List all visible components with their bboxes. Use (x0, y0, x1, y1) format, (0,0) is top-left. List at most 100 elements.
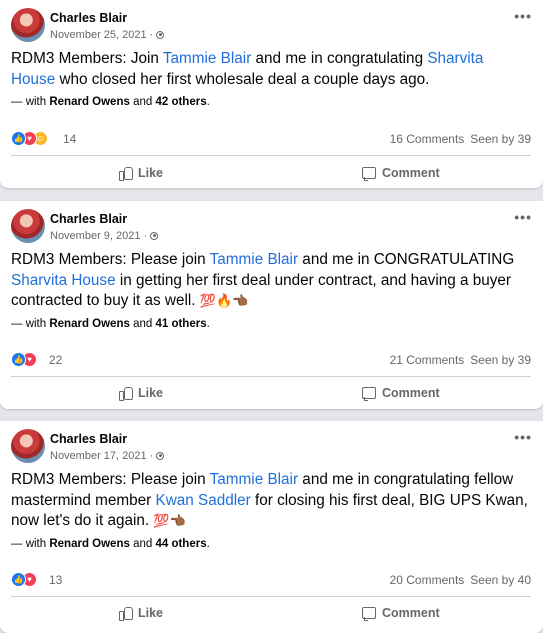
globe-icon (150, 232, 159, 240)
post-stats: 👍 ♥ 22 21 Comments Seen by 39 (11, 351, 531, 369)
engagement-stats: 16 Comments Seen by 39 (390, 132, 531, 146)
post-stats: 👍 ♥ ☺ 14 16 Comments Seen by 39 (11, 130, 531, 148)
post-date[interactable]: November 9, 2021 · (50, 230, 147, 242)
divider (11, 376, 531, 377)
globe-icon (156, 31, 165, 39)
author-name[interactable]: Charles Blair (50, 212, 127, 226)
comment-bubble-icon (362, 606, 376, 621)
with-prefix: — with (11, 538, 50, 550)
engagement-stats: 21 Comments Seen by 39 (390, 353, 531, 367)
more-options-icon[interactable]: ••• (514, 8, 532, 24)
like-reaction-icon: 👍 (11, 572, 26, 587)
like-reaction-icon: 👍 (11, 352, 26, 367)
comment-label: Comment (382, 386, 440, 400)
avatar[interactable] (11, 209, 45, 243)
comment-button[interactable]: Comment (362, 378, 440, 408)
post-text: RDM3 Members: Join Tammie Blair and me i… (11, 49, 531, 90)
divider (11, 596, 531, 597)
mention-link[interactable]: Sharvita House (11, 272, 116, 289)
reaction-count[interactable]: 14 (63, 132, 76, 146)
comment-label: Comment (382, 606, 440, 620)
seen-count[interactable]: Seen by 39 (470, 353, 531, 367)
tagged-people: — with Renard Owens and 41 others. (11, 318, 210, 330)
thumbs-up-icon (118, 166, 133, 181)
post-card: Charles Blair November 17, 2021 · ••• RD… (0, 421, 543, 633)
seen-count[interactable]: Seen by 39 (470, 132, 531, 146)
like-label: Like (138, 166, 164, 180)
post-header: Charles Blair November 25, 2021 · (11, 8, 531, 44)
with-prefix: — with (11, 318, 50, 330)
post-text-segment: RDM3 Members: Please join (11, 471, 210, 488)
post-stats: 👍 ♥ 13 20 Comments Seen by 40 (11, 571, 531, 589)
like-reaction-icon: 👍 (11, 131, 26, 146)
avatar[interactable] (11, 8, 45, 42)
comment-count[interactable]: 16 Comments (390, 132, 465, 146)
comment-button[interactable]: Comment (362, 598, 440, 628)
post-date[interactable]: November 25, 2021 · (50, 29, 153, 41)
like-label: Like (138, 606, 164, 620)
post-header: Charles Blair November 9, 2021 · (11, 209, 531, 245)
thumbs-up-icon (118, 606, 133, 621)
tagged-others[interactable]: 44 others (155, 538, 206, 550)
author-name[interactable]: Charles Blair (50, 11, 127, 25)
like-button[interactable]: Like (118, 378, 163, 408)
post-card: Charles Blair November 9, 2021 · ••• RDM… (0, 201, 543, 409)
with-and: and (129, 318, 156, 330)
with-end: . (206, 538, 210, 550)
reaction-icons[interactable]: 👍 ♥ (11, 352, 37, 367)
mention-link[interactable]: Kwan Saddler (156, 492, 251, 509)
tagged-others[interactable]: 41 others (155, 318, 206, 330)
more-options-icon[interactable]: ••• (514, 209, 532, 225)
comment-bubble-icon (362, 386, 376, 401)
tagged-people: — with Renard Owens and 44 others. (11, 538, 210, 550)
post-header: Charles Blair November 17, 2021 · (11, 429, 531, 465)
seen-count[interactable]: Seen by 40 (470, 573, 531, 587)
post-text-segment: and me in congratulating (251, 50, 428, 67)
divider (11, 155, 531, 156)
avatar[interactable] (11, 429, 45, 463)
post-date[interactable]: November 17, 2021 · (50, 450, 153, 462)
reaction-count[interactable]: 13 (49, 573, 62, 587)
mention-link[interactable]: Tammie Blair (210, 251, 298, 268)
more-options-icon[interactable]: ••• (514, 429, 532, 445)
post-meta: November 9, 2021 · (50, 230, 159, 242)
with-and: and (129, 538, 156, 550)
post-meta: November 17, 2021 · (50, 450, 165, 462)
tagged-others[interactable]: 42 others (155, 96, 206, 108)
tagged-name[interactable]: Renard Owens (49, 538, 130, 550)
reaction-icons[interactable]: 👍 ♥ ☺ (11, 131, 48, 146)
emoji: 💯🔥👈🏾 (199, 293, 249, 308)
like-button[interactable]: Like (118, 158, 163, 188)
post-actions: Like Comment (11, 158, 531, 188)
thumbs-up-icon (118, 386, 133, 401)
reaction-icons[interactable]: 👍 ♥ (11, 572, 37, 587)
comment-button[interactable]: Comment (362, 158, 440, 188)
mention-link[interactable]: Tammie Blair (210, 471, 298, 488)
post-actions: Like Comment (11, 378, 531, 408)
with-end: . (206, 318, 210, 330)
post-text: RDM3 Members: Please join Tammie Blair a… (11, 250, 531, 312)
comment-count[interactable]: 20 Comments (390, 573, 465, 587)
like-label: Like (138, 386, 164, 400)
globe-icon (156, 452, 165, 460)
post-text: RDM3 Members: Please join Tammie Blair a… (11, 470, 531, 532)
comment-label: Comment (382, 166, 440, 180)
post-text-segment: and me in CONGRATULATING (298, 251, 515, 268)
like-button[interactable]: Like (118, 598, 163, 628)
post-text-segment: RDM3 Members: Join (11, 50, 163, 67)
tagged-name[interactable]: Renard Owens (49, 96, 130, 108)
post-actions: Like Comment (11, 598, 531, 628)
comment-count[interactable]: 21 Comments (390, 353, 465, 367)
mention-link[interactable]: Tammie Blair (163, 50, 251, 67)
author-name[interactable]: Charles Blair (50, 432, 127, 446)
post-card: Charles Blair November 25, 2021 · ••• RD… (0, 0, 543, 188)
tagged-people: — with Renard Owens and 42 others. (11, 96, 210, 108)
comment-bubble-icon (362, 166, 376, 181)
post-text-segment: RDM3 Members: Please join (11, 251, 210, 268)
with-prefix: — with (11, 96, 50, 108)
post-meta: November 25, 2021 · (50, 29, 165, 41)
engagement-stats: 20 Comments Seen by 40 (390, 573, 531, 587)
reaction-count[interactable]: 22 (49, 353, 62, 367)
tagged-name[interactable]: Renard Owens (49, 318, 130, 330)
emoji: 💯👈🏾 (153, 513, 186, 528)
